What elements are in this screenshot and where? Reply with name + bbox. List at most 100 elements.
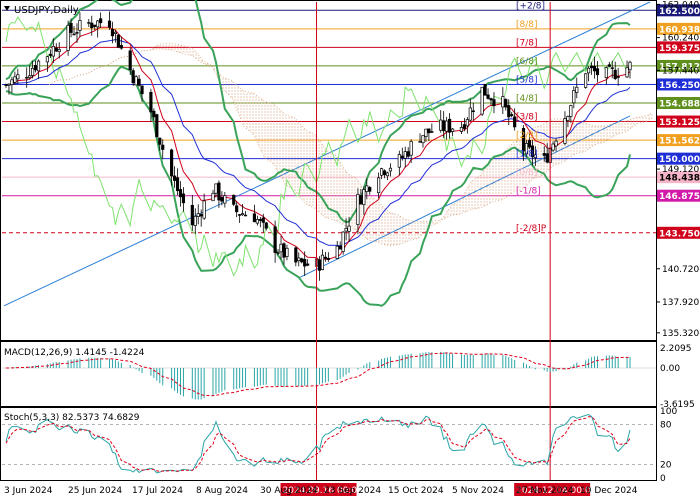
symbol-label: USDJPY,Daily <box>14 5 79 16</box>
candle-body <box>297 257 301 262</box>
candle-body <box>99 18 103 24</box>
candle-body <box>57 49 61 52</box>
candle-body <box>36 60 41 72</box>
candle-body <box>439 119 443 131</box>
candle-body <box>368 187 372 192</box>
candle-body <box>158 137 162 145</box>
level-label: [5/8] <box>516 75 538 85</box>
candle-body <box>107 20 112 28</box>
candle-body <box>152 110 156 118</box>
price-badge-text: 154.688 <box>659 100 700 110</box>
level-label: [-1/8] <box>516 187 541 197</box>
candle-body <box>492 99 496 107</box>
candle-body <box>235 205 239 213</box>
macd-tick-label: 0.00 <box>660 364 680 374</box>
candle-body <box>13 76 17 83</box>
candle-body <box>294 247 298 263</box>
candle-body <box>303 259 307 267</box>
candle-body <box>4 84 8 86</box>
price-badge-text: 150.000 <box>659 155 700 165</box>
candle-body <box>220 197 224 202</box>
candle-body <box>504 99 508 108</box>
candle-body <box>341 231 345 252</box>
candle-body <box>323 256 327 259</box>
candle-body <box>69 22 73 33</box>
candle-body <box>306 263 310 266</box>
candle-body <box>610 67 614 69</box>
time-label: 15 Oct 2024 <box>388 486 444 496</box>
candle-body <box>232 194 236 205</box>
candle-body <box>33 65 38 71</box>
candle-body <box>326 257 330 260</box>
level-label: [8/8] <box>516 20 538 30</box>
candle-body <box>320 254 325 271</box>
price-tick-label: 157.440 <box>662 66 699 76</box>
candle-body <box>575 86 579 93</box>
candle-body <box>421 135 425 144</box>
candle-body <box>338 245 342 250</box>
candle-body <box>131 70 135 84</box>
candle-body <box>424 128 428 138</box>
time-label: 23 Sep 2024 <box>324 486 381 496</box>
price-tick-label: 160.240 <box>662 34 699 44</box>
candle-body <box>448 118 452 133</box>
candle-body <box>385 172 390 177</box>
candle-body <box>403 151 407 159</box>
candle-body <box>445 120 449 132</box>
candle-body <box>116 34 120 48</box>
candle-body <box>72 33 76 36</box>
price-badge-text: 146.875 <box>659 192 700 202</box>
candle-body <box>604 67 608 79</box>
time-label: 30 Aug 2024 <box>260 486 318 496</box>
candle-body <box>199 214 203 217</box>
candle-body <box>489 98 493 101</box>
candle-body <box>78 19 82 31</box>
candle-body <box>418 141 422 143</box>
level-label: [1/8] <box>516 150 538 160</box>
candle-body <box>566 116 570 121</box>
candle-body <box>255 219 259 224</box>
candle-body <box>362 189 366 206</box>
candle-body <box>190 204 194 226</box>
candle-body <box>140 85 144 95</box>
candle-body <box>450 128 455 132</box>
candle-body <box>113 31 118 34</box>
candle-body <box>181 193 186 204</box>
candle-body <box>595 68 600 76</box>
candle-body <box>542 153 546 156</box>
candle-body <box>258 219 262 221</box>
candle-body <box>149 91 153 113</box>
candle-body <box>202 200 206 219</box>
candle-body <box>276 252 280 254</box>
candle-body <box>344 228 348 232</box>
candle-body <box>282 243 286 258</box>
price-badge-text: 143.750 <box>659 229 700 239</box>
candle-body <box>356 194 360 225</box>
candle-body <box>409 141 413 156</box>
candle-body <box>507 105 511 118</box>
time-label: 19 Dec 2024 <box>580 486 638 496</box>
candle-body <box>527 140 532 148</box>
candle-body <box>377 177 381 194</box>
candle-body <box>569 105 573 117</box>
price-tick-label: 162.040 <box>662 0 699 10</box>
candle-body <box>382 170 387 176</box>
time-axis: 2024.09.16 00:00 2024.12.04 00:003 Jun 20… <box>4 483 638 496</box>
candle-body <box>16 74 20 80</box>
candle-body <box>335 245 339 259</box>
candle-body <box>427 128 431 134</box>
candle-body <box>7 83 11 86</box>
candle-body <box>161 144 165 150</box>
stoch-tick-label: 0 <box>660 474 666 484</box>
candle-body <box>93 24 97 27</box>
candle-body <box>261 217 265 223</box>
price-badge-text: 151.562 <box>659 137 700 147</box>
level-label: [6/8] <box>516 57 538 67</box>
candle-body <box>388 167 393 172</box>
stoch-label: Stoch(5,3,3) 82.5373 74.6829 <box>4 413 140 423</box>
candle-body <box>563 118 567 144</box>
candle-body <box>25 77 29 79</box>
candle-body <box>252 213 256 223</box>
candle-body <box>31 67 35 76</box>
candle-body <box>264 222 268 229</box>
